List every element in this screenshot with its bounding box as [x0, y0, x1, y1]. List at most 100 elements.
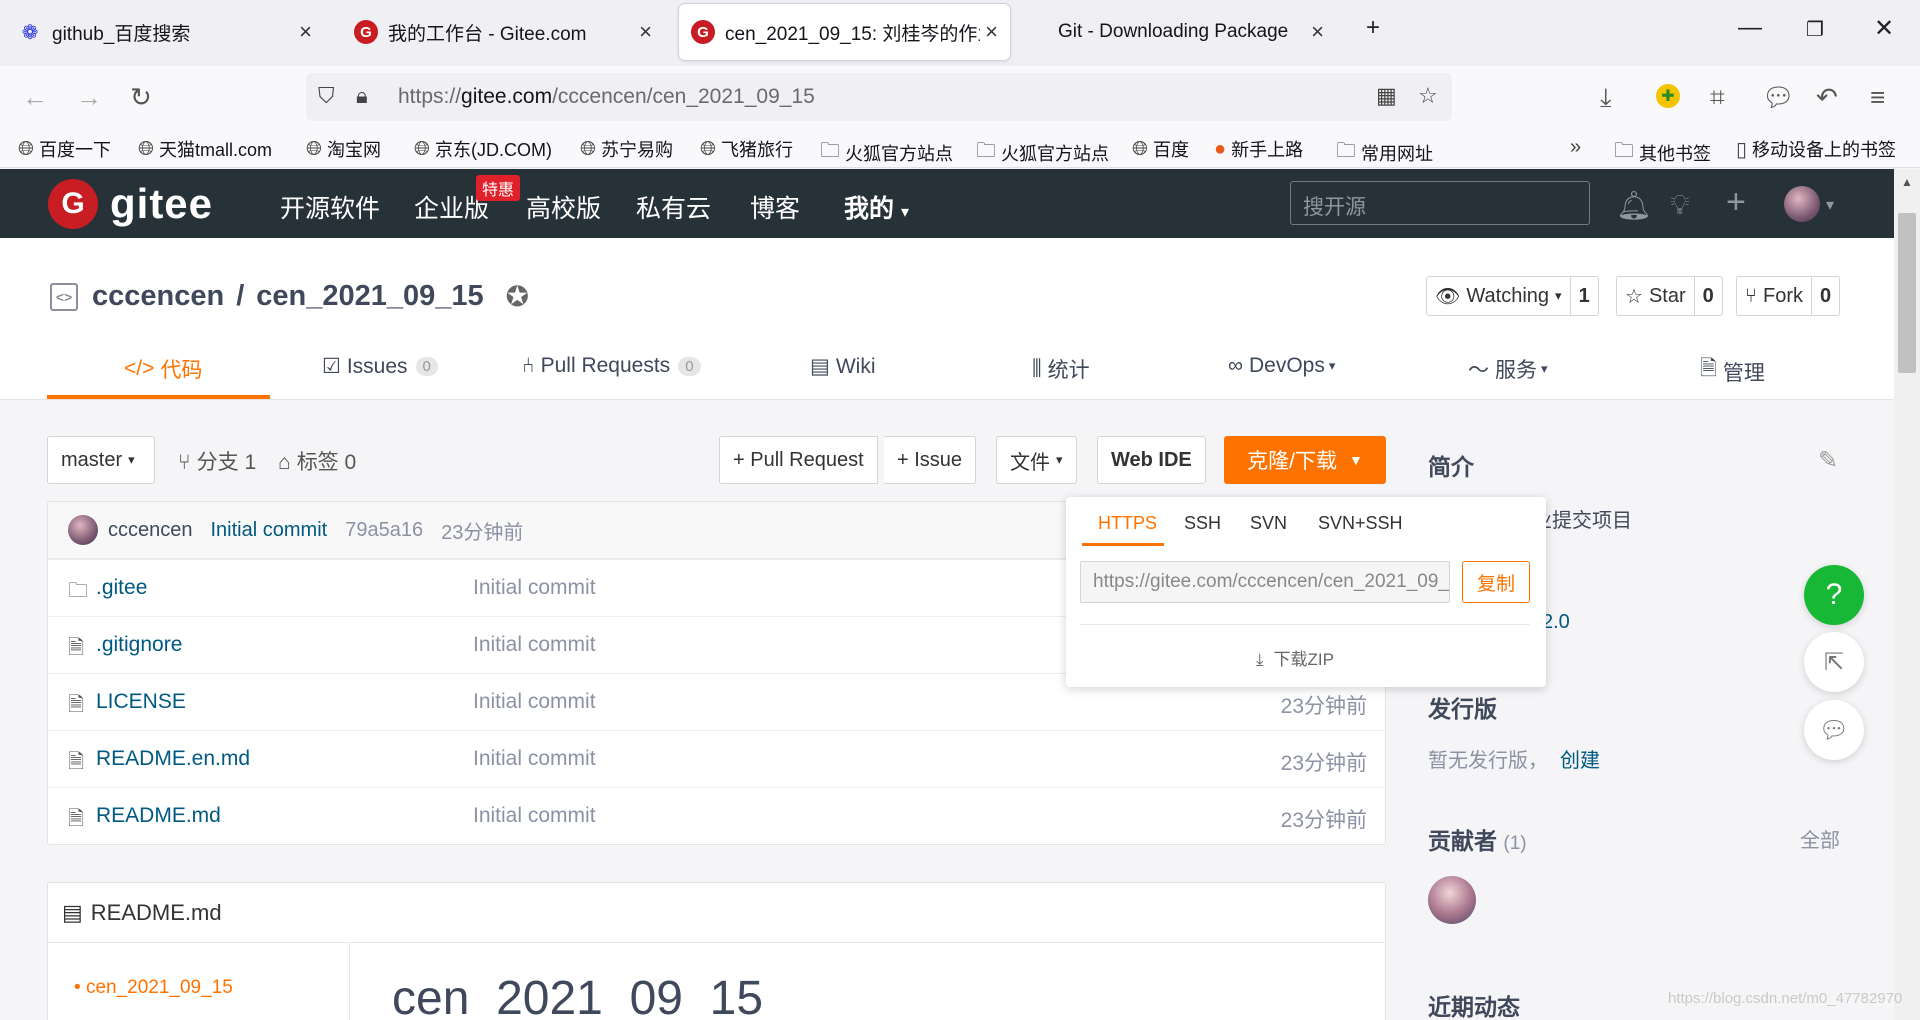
nav-open-source[interactable]: 开源软件	[280, 189, 380, 225]
file-menu-button[interactable]: 文件 ▾	[996, 436, 1077, 484]
extension-icon[interactable]: ✚	[1656, 84, 1680, 108]
branch-select[interactable]: master ▾	[47, 436, 155, 484]
browser-tab-workbench[interactable]: G 我的工作台 - Gitee.com ×	[342, 4, 664, 60]
window-close-icon[interactable]: ✕	[1874, 14, 1894, 43]
chat-icon[interactable]: 💬︎	[1762, 82, 1795, 113]
bookmark-item[interactable]: 🌐︎ 淘宝网	[306, 136, 381, 162]
clone-tab-https[interactable]: HTTPS	[1098, 513, 1157, 534]
file-commit-message[interactable]: Initial commit	[473, 633, 596, 657]
page-scrollbar[interactable]: ▲	[1894, 169, 1920, 1020]
new-pull-request-button[interactable]: + Pull Request	[719, 436, 878, 484]
bookmark-item[interactable]: 🌐︎ 京东(JD.COM)	[414, 136, 552, 162]
create-release-link[interactable]: 创建	[1560, 744, 1600, 773]
commit-author[interactable]: cccencen	[108, 519, 193, 542]
bookmark-folder[interactable]: 🗀 火狐官方站点	[976, 136, 1109, 170]
star-button[interactable]: ☆ Star 0	[1616, 276, 1723, 316]
gitee-logo[interactable]: G gitee	[48, 179, 213, 229]
bookmark-folder[interactable]: ▯ 移动设备上的书签	[1736, 136, 1896, 162]
file-name[interactable]: .gitee	[96, 576, 147, 600]
file-name[interactable]: README.md	[96, 804, 221, 828]
close-icon[interactable]: ×	[639, 19, 652, 45]
lightbulb-icon[interactable]: 💡︎	[1670, 189, 1690, 222]
watch-button[interactable]: 👁︎ Watching ▾ 1	[1426, 276, 1599, 316]
web-ide-button[interactable]: Web IDE	[1097, 436, 1206, 484]
close-icon[interactable]: ×	[1311, 19, 1324, 45]
bookmark-star-icon[interactable]: ☆	[1418, 83, 1438, 109]
nav-mine[interactable]: 我的 ▾	[844, 189, 909, 225]
table-row[interactable]: 🗎︎ README.en.md Initial commit 23分钟前	[48, 730, 1385, 787]
restore-icon[interactable]: ❐	[1806, 17, 1824, 42]
clone-tab-ssh[interactable]: SSH	[1184, 513, 1221, 534]
browser-tab-baidu[interactable]: ❁ github_百度搜索 ×	[6, 4, 324, 60]
shield-icon[interactable]: ⛉	[318, 83, 335, 109]
avatar[interactable]	[68, 515, 98, 545]
reload-icon[interactable]: ↻	[130, 82, 152, 113]
all-contributors-link[interactable]: 全部	[1800, 824, 1840, 853]
tab-wiki[interactable]: ▤ Wiki	[810, 354, 876, 379]
browser-tab-active-repo[interactable]: G cen_2021_09_15: 刘桂岑的作业 ×	[679, 4, 1010, 60]
file-name[interactable]: .gitignore	[96, 633, 182, 657]
bookmark-folder[interactable]: 🗀 其他书签	[1614, 136, 1711, 170]
bookmark-item[interactable]: 🌐︎ 百度	[1132, 136, 1189, 162]
download-icon[interactable]: ⤓	[1600, 82, 1612, 114]
help-button[interactable]: ?	[1804, 565, 1864, 625]
feedback-button[interactable]: 💬︎	[1804, 700, 1864, 760]
award-badge-icon[interactable]: ✪	[506, 280, 529, 313]
bookmark-item[interactable]: 🌐︎ 苏宁易购	[580, 136, 673, 162]
close-icon[interactable]: ×	[985, 19, 998, 45]
new-issue-button[interactable]: + Issue	[884, 436, 977, 484]
toc-item[interactable]: • cen_2021_09_15	[74, 977, 233, 999]
bookmark-folder[interactable]: 🗀 常用网址	[1336, 136, 1433, 170]
back-icon[interactable]: ←	[22, 82, 48, 113]
tab-issues[interactable]: ☑ Issues 0	[322, 354, 438, 379]
nav-private-cloud[interactable]: 私有云	[636, 189, 711, 225]
file-name[interactable]: README.en.md	[96, 747, 250, 771]
forward-icon[interactable]: →	[76, 82, 102, 113]
tab-stats[interactable]: ⫼ 统计	[1032, 354, 1090, 384]
file-commit-message[interactable]: Initial commit	[473, 690, 596, 714]
bookmark-item[interactable]: 🌐︎ 百度一下	[18, 136, 111, 162]
branches-link[interactable]: ⑂ 分支 1	[178, 446, 256, 476]
clone-url-input[interactable]: https://gitee.com/cccencen/cen_2021_09_1…	[1080, 561, 1450, 603]
tab-services[interactable]: 〜服务 ▾	[1468, 354, 1548, 384]
avatar[interactable]	[1784, 186, 1820, 222]
crop-icon[interactable]: ⌗	[1710, 82, 1725, 114]
clone-download-button[interactable]: 克隆/下载 ▼	[1224, 436, 1386, 484]
new-tab-icon[interactable]: +	[1366, 14, 1380, 42]
table-row[interactable]: 🗎︎ README.md Initial commit 23分钟前	[48, 787, 1385, 844]
scrollbar-thumb[interactable]	[1898, 213, 1916, 373]
plus-icon[interactable]: +	[1726, 183, 1746, 222]
lock-icon[interactable]: 🔒︎	[356, 83, 368, 109]
tab-manage[interactable]: 🗎︎ 管理	[1700, 354, 1765, 389]
tab-devops[interactable]: ∞ DevOps ▾	[1228, 354, 1335, 378]
search-input[interactable]: 搜开源	[1290, 181, 1590, 225]
address-bar[interactable]: ⛉ 🔒︎ https://gitee.com/cccencen/cen_2021…	[306, 73, 1452, 121]
clone-tab-svn-ssh[interactable]: SVN+SSH	[1318, 513, 1403, 534]
file-commit-message[interactable]: Initial commit	[473, 747, 596, 771]
file-commit-message[interactable]: Initial commit	[473, 576, 596, 600]
tags-link[interactable]: ⌂ 标签 0	[278, 446, 356, 476]
repo-name-link[interactable]: cen_2021_09_15	[256, 280, 483, 313]
clone-tab-svn[interactable]: SVN	[1250, 513, 1287, 534]
nav-blog[interactable]: 博客	[750, 189, 800, 225]
bell-icon[interactable]: 🔔︎	[1616, 189, 1652, 222]
undo-icon[interactable]: ↶	[1816, 82, 1838, 113]
bookmark-item[interactable]: ● 新手上路	[1214, 136, 1303, 162]
edit-icon[interactable]: ✎	[1818, 446, 1838, 475]
repo-owner-link[interactable]: cccencen	[92, 280, 224, 313]
commit-hash[interactable]: 79a5a16	[345, 519, 423, 542]
commit-message[interactable]: Initial commit	[211, 519, 328, 542]
license-link[interactable]: 2.0	[1542, 611, 1570, 634]
close-icon[interactable]: ×	[299, 19, 312, 45]
tab-code[interactable]: </> 代码	[124, 354, 202, 384]
qr-code-icon[interactable]: ▦	[1376, 83, 1397, 109]
file-name[interactable]: LICENSE	[96, 690, 186, 714]
tab-pull-requests[interactable]: ⑃ Pull Requests 0	[522, 354, 701, 378]
bookmarks-overflow[interactable]: »	[1570, 136, 1586, 159]
avatar[interactable]	[1428, 876, 1476, 924]
bookmark-folder[interactable]: 🗀 火狐官方站点	[820, 136, 953, 170]
fork-button[interactable]: ⑂ Fork 0	[1736, 276, 1841, 316]
bookmark-item[interactable]: 🌐︎ 飞猪旅行	[700, 136, 793, 162]
share-button[interactable]: ⇱	[1804, 632, 1864, 692]
browser-tab-git-download[interactable]: Git - Downloading Package ×	[1046, 4, 1336, 60]
